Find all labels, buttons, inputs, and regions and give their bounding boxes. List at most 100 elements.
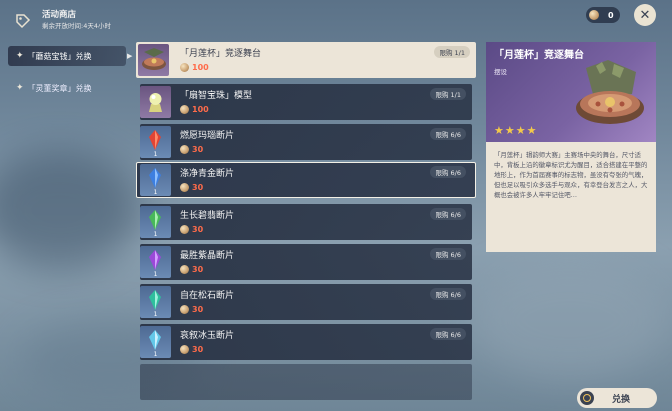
list-item[interactable]: 「扇智宝珠」模型 100 限购 1/1 <box>136 84 476 120</box>
tab-label: 「蘑菇宝钱」兑换 <box>27 51 92 61</box>
item-price: 30 <box>180 225 203 234</box>
close-icon: ✕ <box>639 7 651 23</box>
tab-label: 「灵董奖章」兑换 <box>27 83 92 93</box>
item-price: 30 <box>180 145 203 154</box>
mushroom-coin-icon <box>180 225 189 234</box>
price-value: 100 <box>192 105 209 114</box>
rarity-stars: ★★★★ <box>494 124 538 137</box>
item-quantity: 1 <box>153 311 158 318</box>
vajrada-amethyst-icon <box>149 250 161 270</box>
price-value: 30 <box>192 225 204 234</box>
vayuda-turquoise-icon <box>149 290 161 310</box>
purchase-limit: 限购 1/1 <box>430 88 466 100</box>
item-thumbnail <box>138 44 169 76</box>
item-quantity: 1 <box>153 189 158 196</box>
varunada-lazurite-icon <box>149 168 161 188</box>
stage-illustration <box>576 60 644 124</box>
price-value: 30 <box>192 305 204 314</box>
remaining-time: 剩余开放时间:4天4小时 <box>42 22 111 30</box>
item-quantity: 1 <box>153 351 158 358</box>
price-value: 30 <box>192 265 204 274</box>
purchase-limit: 限购 1/1 <box>434 46 470 58</box>
item-name: 「扇智宝珠」模型 <box>180 91 253 101</box>
item-price: 30 <box>180 305 203 314</box>
item-name: 燃愿玛瑙断片 <box>180 131 235 141</box>
item-price: 30 <box>180 265 203 274</box>
price-value: 30 <box>192 345 204 354</box>
item-name: 生长碧翡断片 <box>180 211 235 221</box>
list-item[interactable]: 1 最胜紫晶断片 30 限购 6/6 <box>136 244 476 280</box>
list-item-partial[interactable] <box>136 364 476 400</box>
nagadus-emerald-icon <box>149 210 161 230</box>
background-decoration <box>470 260 670 380</box>
exchange-label: 兑换 <box>612 394 631 405</box>
item-name: 自在松石断片 <box>180 291 235 301</box>
currency-display: 0 <box>586 7 620 23</box>
item-name: 涤净青金断片 <box>180 169 235 179</box>
item-name: 哀叙冰玉断片 <box>180 331 235 341</box>
page-title: 活动商店 <box>42 10 77 20</box>
mushroom-coin-icon <box>180 183 189 192</box>
price-value: 100 <box>192 63 209 72</box>
agnidus-agate-icon <box>149 130 161 150</box>
shivada-jade-icon <box>149 330 161 350</box>
mushroom-coin-icon <box>180 345 189 354</box>
item-card <box>140 364 472 400</box>
item-list[interactable]: 「月莲杯」竞逐舞台 100 限购 1/1 「扇智宝珠」模型 100 限购 1/1… <box>136 42 476 411</box>
item-detail-panel: 「月莲杯」竞逐舞台 摆设 ★★★★ 「月莲杯」辑韵师大赛」主赛场中央的舞台，尺寸… <box>486 42 656 252</box>
detail-description: 「月莲杯」辑韵师大赛」主赛场中央的舞台，尺寸适中，背板上沿的徽章标识尤为醒目，适… <box>494 151 648 199</box>
mushroom-coin-icon <box>180 145 189 154</box>
item-thumbnail: 1 <box>140 246 171 278</box>
mushroom-coin-icon <box>589 10 599 20</box>
list-item[interactable]: 1 自在松石断片 30 限购 6/6 <box>136 284 476 320</box>
list-item[interactable]: 1 生长碧翡断片 30 限购 6/6 <box>136 204 476 240</box>
background-decoration <box>0 150 140 270</box>
currency-count: 0 <box>608 10 614 20</box>
tab-arrow-icon: ▶ <box>127 52 133 60</box>
item-price: 30 <box>180 183 203 192</box>
purchase-limit: 限购 6/6 <box>430 208 466 220</box>
item-thumbnail: 1 <box>140 164 171 196</box>
sparkle-icon: ✦ <box>16 83 24 93</box>
tab-mushroom-exchange[interactable]: ✦ 「蘑菇宝钱」兑换 <box>8 46 126 66</box>
item-thumbnail: 1 <box>140 206 171 238</box>
item-price: 100 <box>180 105 209 114</box>
close-button[interactable]: ✕ <box>634 4 656 26</box>
purchase-limit: 限购 6/6 <box>430 248 466 260</box>
purchase-limit: 限购 6/6 <box>430 166 466 178</box>
shop-tag-icon <box>16 14 31 29</box>
purchase-limit: 限购 6/6 <box>430 128 466 140</box>
item-name: 最胜紫晶断片 <box>180 251 235 261</box>
detail-header: 「月莲杯」竞逐舞台 摆设 ★★★★ <box>486 42 656 142</box>
mushroom-coin-icon <box>180 265 189 274</box>
item-thumbnail: 1 <box>140 286 171 318</box>
list-item[interactable]: 1 涤净青金断片 30 限购 6/6 <box>136 162 476 198</box>
mushroom-coin-icon <box>180 63 189 72</box>
purchase-limit: 限购 6/6 <box>430 328 466 340</box>
purchase-limit: 限购 6/6 <box>430 288 466 300</box>
confirm-circle-icon <box>580 391 594 405</box>
price-value: 30 <box>192 183 204 192</box>
item-price: 30 <box>180 345 203 354</box>
mushroom-coin-icon <box>180 105 189 114</box>
list-item[interactable]: 1 哀叙冰玉断片 30 限购 6/6 <box>136 324 476 360</box>
detail-body: 「月莲杯」辑韵师大赛」主赛场中央的舞台，尺寸适中，背板上沿的徽章标识尤为醒目，适… <box>486 142 656 252</box>
mushroom-coin-icon <box>180 305 189 314</box>
sparkle-icon: ✦ <box>16 51 24 61</box>
list-item[interactable]: 「月莲杯」竞逐舞台 100 限购 1/1 <box>136 42 476 78</box>
item-thumbnail: 1 <box>140 126 171 158</box>
item-quantity: 1 <box>153 231 158 238</box>
tab-medal-exchange[interactable]: ✦ 「灵董奖章」兑换 <box>8 78 126 98</box>
item-thumbnail <box>140 86 171 118</box>
item-thumbnail: 1 <box>140 326 171 358</box>
list-item[interactable]: 1 燃愿玛瑙断片 30 限购 6/6 <box>136 124 476 160</box>
price-value: 30 <box>192 145 204 154</box>
shop-header: 活动商店 剩余开放时间:4天4小时 <box>14 8 111 34</box>
stage-icon <box>142 48 166 70</box>
detail-type: 摆设 <box>494 68 507 76</box>
item-quantity: 1 <box>153 271 158 278</box>
orb-model-icon <box>149 93 162 112</box>
exchange-button[interactable]: 兑换 <box>577 388 657 408</box>
item-name: 「月莲杯」竞逐舞台 <box>180 49 262 59</box>
item-price: 100 <box>180 63 209 72</box>
